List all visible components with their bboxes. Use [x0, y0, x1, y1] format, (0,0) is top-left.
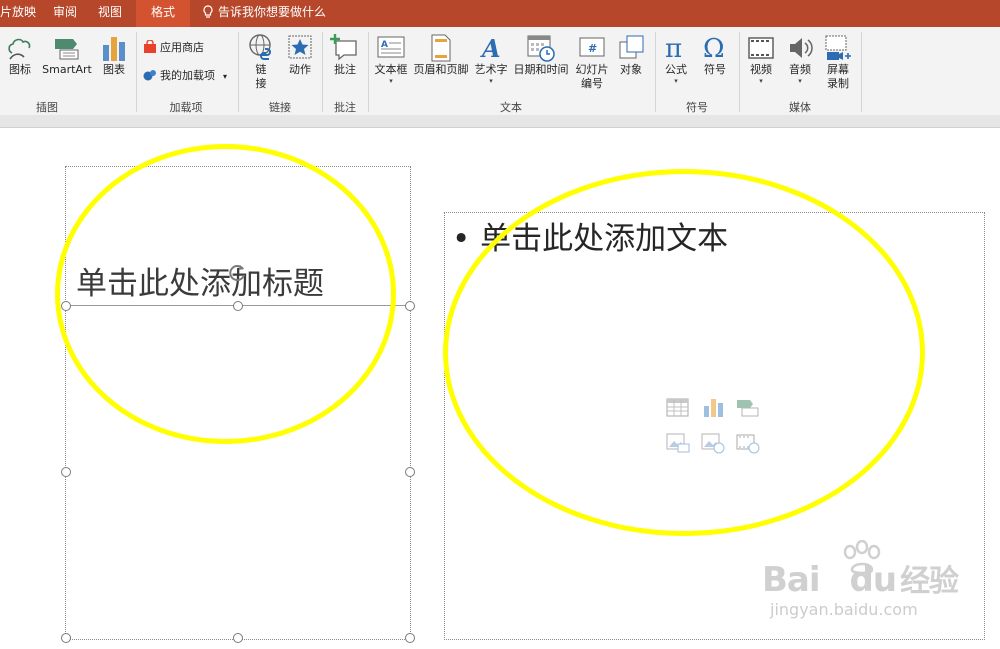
svg-text:π: π	[665, 34, 682, 63]
chevron-down-icon: ▾	[389, 77, 393, 85]
group-label-illustrations: 插图	[36, 101, 58, 114]
pi-icon: π	[665, 34, 682, 63]
resize-handle[interactable]	[405, 467, 415, 477]
screen-recording-button[interactable]: 屏幕 录制	[822, 33, 854, 91]
icons-button[interactable]: 图标	[5, 33, 35, 77]
icons-icon	[8, 38, 31, 60]
bullet: •	[452, 221, 471, 257]
tab-review[interactable]: 审阅	[53, 0, 77, 27]
textbox-button[interactable]: A 文本框 ▾	[372, 33, 410, 85]
watermark-brand: Bai	[762, 560, 821, 600]
resize-handle[interactable]	[61, 633, 71, 643]
header-footer-icon	[431, 34, 451, 62]
comment-button[interactable]: 批注	[330, 33, 360, 77]
chevron-down-icon: ▾	[674, 77, 678, 85]
calendar-clock-icon	[527, 35, 555, 62]
group-separator	[655, 32, 656, 112]
group-label-text: 文本	[500, 101, 522, 114]
header-footer-button[interactable]: 页眉和页脚	[411, 33, 471, 77]
object-button[interactable]: 对象	[614, 33, 648, 77]
speaker-icon	[790, 38, 813, 58]
bar-chart-icon	[103, 37, 125, 61]
equation-button[interactable]: π 公式 ▾	[660, 33, 692, 85]
comment-add-icon	[330, 34, 357, 61]
annotation-ellipse-title	[55, 144, 396, 444]
datetime-button[interactable]: 日期和时间	[511, 33, 571, 77]
lightbulb-icon	[203, 5, 213, 18]
watermark-cn: 经验	[900, 564, 959, 599]
wordart-button[interactable]: A 艺术字 ▾	[472, 33, 510, 85]
symbol-button[interactable]: Ω 符号	[698, 33, 732, 77]
svg-text:Ω: Ω	[703, 34, 725, 63]
group-label-addins: 加载项	[169, 101, 203, 114]
film-icon	[748, 37, 774, 59]
tab-view[interactable]: 视图	[98, 0, 122, 27]
chart-button[interactable]: 图表	[99, 33, 129, 77]
store-button[interactable]: 应用商店	[143, 39, 204, 57]
tell-me-text: 告诉我你想要做什么	[218, 5, 327, 19]
group-separator	[322, 32, 323, 112]
resize-handle[interactable]	[405, 633, 415, 643]
annotation-ellipse-content	[443, 169, 925, 536]
ribbon-bottom-strip	[0, 115, 1000, 128]
slide-number-icon: #	[579, 37, 605, 57]
chevron-down-icon: ▾	[489, 77, 493, 85]
group-label-symbols: 符号	[686, 101, 708, 114]
group-label-media: 媒体	[789, 101, 811, 114]
action-star-icon	[288, 35, 312, 59]
slide-number-button[interactable]: # 幻灯片 编号	[572, 33, 612, 91]
chevron-down-icon: ▾	[223, 72, 228, 81]
object-icon	[619, 35, 644, 59]
tell-me-search[interactable]: 告诉我你想要做什么	[202, 0, 326, 27]
group-separator	[368, 32, 369, 112]
wordart-icon: A	[480, 34, 501, 63]
svg-text:#: #	[588, 42, 597, 55]
store-bag-icon	[144, 39, 156, 53]
resize-handle[interactable]	[61, 467, 71, 477]
action-button[interactable]: 动作	[284, 33, 316, 77]
video-button[interactable]: 视频 ▾	[745, 33, 777, 85]
my-addins-button[interactable]: 我的加载项 ▾	[143, 67, 227, 85]
svg-text:A: A	[480, 34, 501, 63]
paw-logo-icon	[843, 540, 881, 575]
textbox-icon: A	[377, 36, 405, 58]
resize-handle[interactable]	[233, 633, 243, 643]
group-separator	[861, 32, 862, 112]
screen-record-icon	[825, 35, 851, 60]
chevron-down-icon: ▾	[798, 77, 802, 85]
chevron-down-icon: ▾	[759, 77, 763, 85]
link-button[interactable]: 链 接	[245, 33, 277, 91]
baidu-watermark: Bai du 经验 jingyan.baidu.com	[762, 540, 959, 619]
addins-icon	[143, 70, 156, 81]
group-separator	[238, 32, 239, 112]
group-separator	[739, 32, 740, 112]
group-label-comments: 批注	[334, 101, 356, 114]
watermark-url: jingyan.baidu.com	[770, 600, 918, 619]
ribbon-tab-bar: 片放映 审阅 视图 格式 告诉我你想要做什么	[0, 0, 1000, 27]
group-separator	[136, 32, 137, 112]
tab-format[interactable]: 格式	[136, 0, 190, 27]
link-globe-icon	[249, 34, 271, 60]
smartart-button[interactable]: SmartArt	[40, 33, 94, 77]
audio-button[interactable]: 音频 ▾	[784, 33, 816, 85]
group-label-links: 链接	[269, 101, 291, 114]
omega-icon: Ω	[703, 34, 725, 63]
smartart-icon	[55, 39, 79, 60]
tab-slideshow[interactable]: 片放映	[0, 0, 36, 27]
resize-handle[interactable]	[405, 301, 415, 311]
